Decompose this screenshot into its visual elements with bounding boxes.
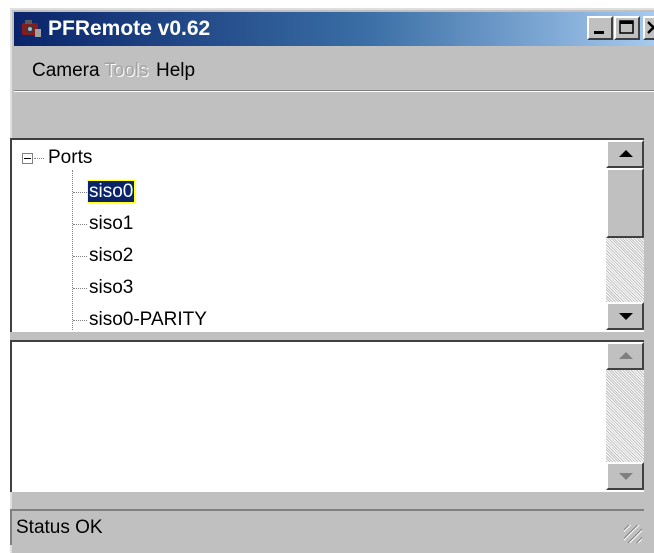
camera-app-icon — [22, 20, 41, 37]
collapse-expander-icon[interactable] — [22, 153, 33, 164]
window-title: PFRemote v0.62 — [48, 17, 211, 40]
tree-connector — [72, 170, 73, 330]
maximize-button[interactable] — [614, 16, 640, 40]
arrow-down-icon — [619, 473, 633, 480]
tree-item-siso1[interactable]: siso1 — [89, 212, 133, 236]
resize-grip-icon[interactable] — [624, 525, 642, 543]
tree-connector — [73, 288, 87, 289]
pane-splitter[interactable] — [10, 332, 654, 340]
tree-connector — [73, 192, 87, 193]
arrow-up-icon — [619, 352, 633, 359]
title-bar[interactable]: PFRemote v0.62 — [14, 12, 654, 46]
status-bar: Status OK — [10, 509, 644, 545]
tree-scrollbar[interactable] — [606, 140, 644, 330]
tree-item-siso0-parity[interactable]: siso0-PARITY — [89, 308, 207, 330]
scroll-down-button[interactable] — [606, 462, 644, 490]
menu-help[interactable]: Help — [156, 60, 195, 82]
tree-item-siso2[interactable]: siso2 — [89, 244, 133, 268]
close-button[interactable] — [643, 16, 654, 40]
tree-connector — [73, 224, 87, 225]
status-text: Status OK — [16, 517, 103, 538]
menu-camera[interactable]: Camera — [32, 60, 100, 82]
arrow-down-icon — [619, 313, 633, 320]
tree-item-siso0[interactable]: siso0 — [86, 180, 136, 204]
maximize-icon — [619, 20, 634, 34]
scroll-up-button[interactable] — [606, 140, 644, 168]
scroll-up-button[interactable] — [606, 342, 644, 370]
tree-connector — [34, 158, 44, 159]
scroll-down-button[interactable] — [606, 302, 644, 330]
minimize-icon — [594, 31, 604, 34]
tree-item-label: siso0 — [86, 180, 136, 203]
ports-tree-panel: Ports siso0 siso1 siso2 siso3 siso0-PARI… — [10, 138, 644, 332]
output-panel[interactable] — [10, 340, 644, 492]
close-icon — [647, 21, 654, 34]
menu-separator — [14, 90, 654, 92]
tree-connector — [73, 256, 87, 257]
tree-connector — [73, 320, 87, 321]
minimize-button[interactable] — [587, 16, 613, 40]
arrow-up-icon — [619, 150, 633, 157]
scroll-thumb[interactable] — [606, 168, 644, 238]
tree-item-siso3[interactable]: siso3 — [89, 276, 133, 300]
output-scrollbar[interactable] — [606, 342, 644, 490]
ports-tree: Ports siso0 siso1 siso2 siso3 siso0-PARI… — [12, 140, 606, 330]
tree-root-ports[interactable]: Ports — [48, 146, 92, 170]
menu-tools: Tools — [104, 60, 149, 81]
